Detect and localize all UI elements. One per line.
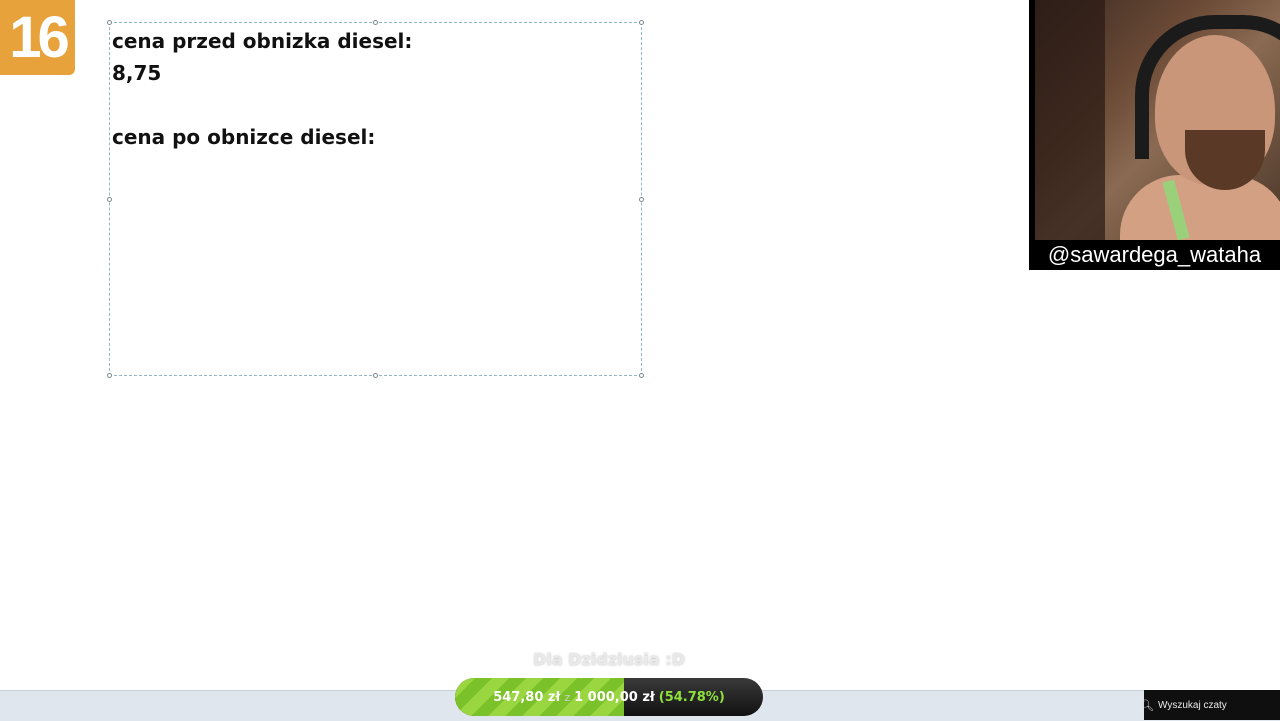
editable-text-box[interactable]: cena przed obnizka diesel: 8,75 cena po … — [107, 20, 644, 378]
search-icon: 🔍︎ — [1140, 698, 1154, 712]
chat-search-label: Wyszukaj czaty — [1157, 699, 1227, 711]
goal-text: 547,80 zł z 1 000,00 zł (54.78%) — [455, 678, 763, 716]
resize-handle-right[interactable] — [639, 197, 644, 202]
resize-handle-top[interactable] — [373, 20, 378, 25]
goal-target: 1 000,00 zł — [574, 689, 655, 705]
chat-search-button[interactable]: 🔍︎ Wyszukaj czaty — [1140, 690, 1280, 720]
resize-handle-left[interactable] — [107, 197, 112, 202]
goal-percent: (54.78%) — [658, 689, 725, 705]
goal-title: Dla Dzidziusia :D — [533, 650, 685, 669]
webcam-handle: @sawardega_wataha — [1047, 242, 1262, 267]
webcam-overlay: @sawardega_wataha — [1029, 0, 1280, 270]
webcam-video — [1035, 0, 1280, 240]
goal-separator: z — [564, 690, 571, 704]
donation-goal-bar: 547,80 zł z 1 000,00 zł (54.78%) — [455, 678, 763, 716]
resize-handle-top-left[interactable] — [107, 20, 112, 25]
resize-handle-top-right[interactable] — [639, 20, 644, 25]
resize-handle-bottom-right[interactable] — [639, 373, 644, 378]
channel-logo: 16 — [0, 0, 75, 75]
price-after-label: cena po obnizce diesel: — [112, 125, 376, 149]
resize-handle-bottom-left[interactable] — [107, 373, 112, 378]
logo-text: 16 — [9, 4, 69, 70]
resize-handle-bottom[interactable] — [373, 373, 378, 378]
price-before-label: cena przed obnizka diesel: — [112, 29, 413, 53]
price-before-value: 8,75 — [112, 61, 162, 85]
goal-current: 547,80 zł — [493, 689, 561, 705]
